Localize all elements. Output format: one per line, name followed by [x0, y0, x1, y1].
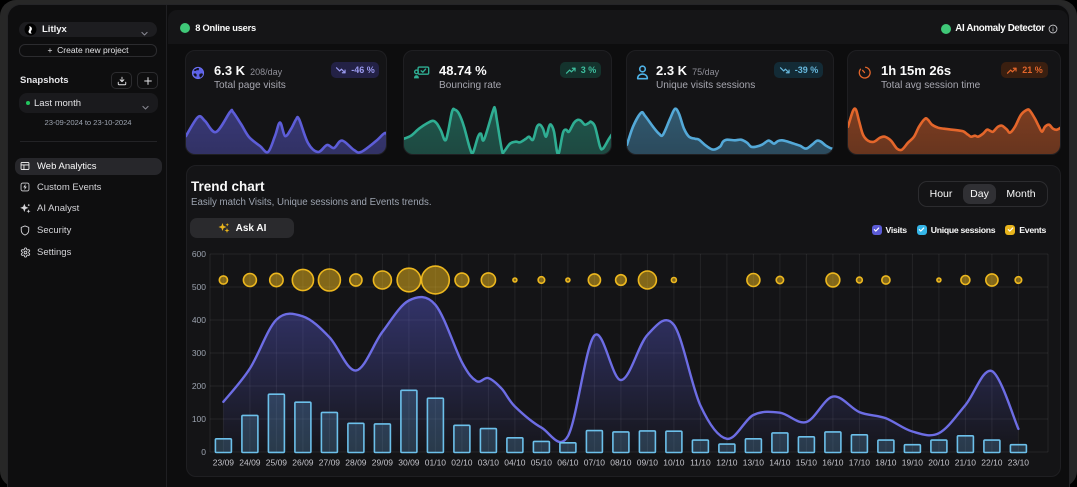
- svg-text:10/10: 10/10: [663, 457, 685, 467]
- svg-text:07/10: 07/10: [584, 457, 606, 467]
- svg-text:08/10: 08/10: [610, 457, 632, 467]
- svg-text:23/10: 23/10: [1008, 457, 1030, 467]
- svg-text:01/10: 01/10: [425, 457, 447, 467]
- svg-text:400: 400: [192, 315, 206, 325]
- svg-text:27/09: 27/09: [319, 457, 341, 467]
- svg-text:300: 300: [192, 348, 206, 358]
- svg-text:21/10: 21/10: [955, 457, 977, 467]
- svg-text:500: 500: [192, 282, 206, 292]
- svg-text:23/09: 23/09: [213, 457, 235, 467]
- svg-text:24/09: 24/09: [239, 457, 261, 467]
- svg-text:22/10: 22/10: [981, 457, 1003, 467]
- svg-text:18/10: 18/10: [875, 457, 897, 467]
- svg-text:13/10: 13/10: [743, 457, 765, 467]
- svg-text:100: 100: [192, 414, 206, 424]
- svg-text:28/09: 28/09: [345, 457, 367, 467]
- svg-text:26/09: 26/09: [292, 457, 314, 467]
- svg-text:200: 200: [192, 381, 206, 391]
- svg-text:30/09: 30/09: [398, 457, 420, 467]
- svg-text:03/10: 03/10: [478, 457, 500, 467]
- svg-text:19/10: 19/10: [902, 457, 924, 467]
- svg-text:04/10: 04/10: [504, 457, 526, 467]
- svg-text:14/10: 14/10: [769, 457, 791, 467]
- svg-text:12/10: 12/10: [716, 457, 738, 467]
- svg-text:02/10: 02/10: [451, 457, 473, 467]
- svg-text:16/10: 16/10: [822, 457, 844, 467]
- svg-text:15/10: 15/10: [796, 457, 818, 467]
- svg-text:17/10: 17/10: [849, 457, 871, 467]
- svg-text:05/10: 05/10: [531, 457, 553, 467]
- svg-text:09/10: 09/10: [637, 457, 659, 467]
- svg-text:29/09: 29/09: [372, 457, 394, 467]
- svg-text:20/10: 20/10: [928, 457, 950, 467]
- svg-text:0: 0: [201, 447, 206, 457]
- svg-text:06/10: 06/10: [557, 457, 579, 467]
- svg-text:25/09: 25/09: [266, 457, 288, 467]
- svg-text:11/10: 11/10: [690, 457, 711, 467]
- svg-text:600: 600: [192, 249, 206, 259]
